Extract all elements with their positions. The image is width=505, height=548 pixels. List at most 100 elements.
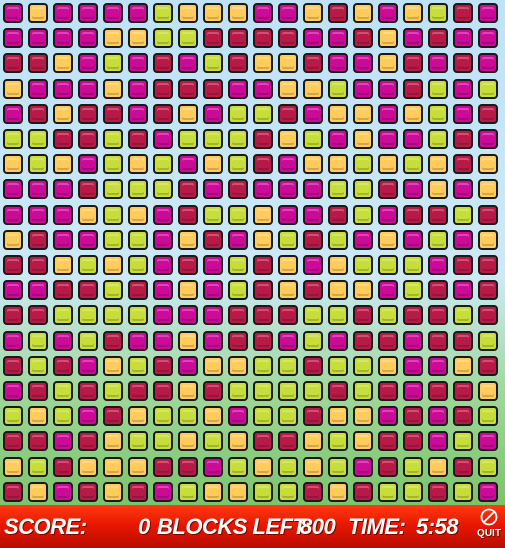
block[interactable] [203,53,223,74]
block[interactable] [78,103,98,124]
block[interactable] [28,406,48,427]
block[interactable] [28,381,48,401]
block[interactable] [53,431,73,452]
block[interactable] [103,305,123,326]
block[interactable] [478,305,498,326]
block[interactable] [78,78,98,99]
block[interactable] [328,204,348,225]
block[interactable] [428,355,448,376]
block[interactable] [253,204,273,225]
block[interactable] [328,330,348,351]
block[interactable] [128,330,148,351]
block[interactable] [28,355,48,376]
block[interactable] [253,3,273,23]
block[interactable] [328,255,348,275]
block[interactable] [453,204,473,225]
block[interactable] [53,255,73,275]
block[interactable] [278,355,298,376]
block[interactable] [103,355,123,376]
block[interactable] [378,381,398,401]
block[interactable] [153,53,173,74]
block[interactable] [478,179,498,200]
block[interactable] [228,204,248,225]
block[interactable] [278,330,298,351]
block[interactable] [278,53,298,74]
block[interactable] [78,431,98,452]
block[interactable] [303,53,323,74]
block[interactable] [53,330,73,351]
block[interactable] [328,3,348,23]
block[interactable] [428,28,448,49]
block[interactable] [3,481,23,502]
block[interactable] [403,481,423,502]
block[interactable] [78,381,98,401]
block[interactable] [278,204,298,225]
block[interactable] [103,431,123,452]
block[interactable] [278,255,298,275]
block[interactable] [428,53,448,74]
block[interactable] [453,381,473,401]
block[interactable] [403,78,423,99]
block[interactable] [303,3,323,23]
block[interactable] [3,431,23,452]
block[interactable] [328,406,348,427]
block[interactable] [228,28,248,49]
block[interactable] [178,255,198,275]
block[interactable] [103,381,123,401]
block[interactable] [453,456,473,477]
block[interactable] [153,103,173,124]
block[interactable] [303,154,323,175]
block[interactable] [53,154,73,175]
block[interactable] [478,456,498,477]
block[interactable] [103,255,123,275]
block[interactable] [353,103,373,124]
block[interactable] [378,229,398,250]
block[interactable] [403,456,423,477]
block[interactable] [203,154,223,175]
block[interactable] [378,406,398,427]
block[interactable] [378,103,398,124]
block[interactable] [53,406,73,427]
block[interactable] [478,229,498,250]
block[interactable] [28,179,48,200]
block[interactable] [478,204,498,225]
block[interactable] [228,179,248,200]
block[interactable] [253,179,273,200]
block[interactable] [253,154,273,175]
block[interactable] [228,481,248,502]
block[interactable] [103,103,123,124]
block[interactable] [328,355,348,376]
block[interactable] [253,481,273,502]
block[interactable] [203,103,223,124]
block[interactable] [353,129,373,149]
block[interactable] [428,3,448,23]
block[interactable] [428,305,448,326]
block[interactable] [128,406,148,427]
block[interactable] [203,381,223,401]
block[interactable] [428,179,448,200]
block[interactable] [128,355,148,376]
block[interactable] [178,431,198,452]
block[interactable] [128,280,148,301]
block[interactable] [378,255,398,275]
block[interactable] [78,129,98,149]
block[interactable] [103,179,123,200]
block[interactable] [328,456,348,477]
block[interactable] [428,406,448,427]
block[interactable] [278,456,298,477]
block[interactable] [178,406,198,427]
block[interactable] [128,204,148,225]
block[interactable] [303,103,323,124]
block[interactable] [153,481,173,502]
block[interactable] [228,431,248,452]
block[interactable] [203,179,223,200]
block[interactable] [353,431,373,452]
block[interactable] [53,355,73,376]
block[interactable] [403,406,423,427]
block[interactable] [453,78,473,99]
block[interactable] [353,78,373,99]
block[interactable] [478,129,498,149]
block[interactable] [403,103,423,124]
block[interactable] [128,78,148,99]
block[interactable] [378,179,398,200]
